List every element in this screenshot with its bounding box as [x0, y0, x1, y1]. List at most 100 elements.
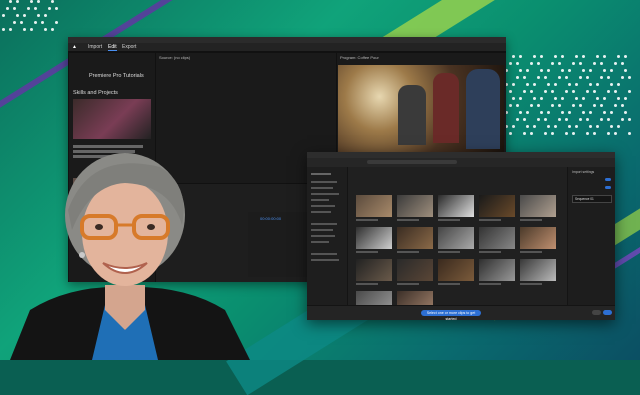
dot: [613, 132, 617, 135]
dot: [19, 21, 23, 24]
dot: [557, 76, 561, 79]
media-thumbnail[interactable]: [397, 227, 433, 249]
dot: [578, 104, 582, 107]
dot: [547, 125, 550, 128]
tab-export[interactable]: Export: [122, 44, 136, 50]
tab-edit[interactable]: Edit: [108, 44, 117, 51]
dot: [526, 125, 529, 128]
dot: [536, 118, 540, 121]
dot: [540, 69, 543, 72]
dot: [526, 69, 529, 72]
dot: [536, 104, 540, 107]
dot: [606, 132, 610, 135]
tutorial-thumbnail-1[interactable]: [73, 99, 151, 139]
dot: [624, 111, 627, 114]
dot: [543, 118, 547, 121]
dialog-search-bar[interactable]: [367, 160, 457, 164]
dot: [564, 90, 568, 93]
media-thumbnail[interactable]: [356, 195, 392, 217]
dot: [617, 125, 620, 128]
dot: [512, 55, 515, 58]
sequence-name-input[interactable]: Sequence 01: [572, 195, 612, 203]
media-thumbnail-caption-bar: [397, 283, 419, 285]
media-thumbnail[interactable]: [438, 195, 474, 217]
dot: [508, 62, 512, 65]
dot: [610, 111, 613, 114]
dot: [606, 118, 610, 121]
dot: [585, 76, 589, 79]
dot: [568, 83, 571, 86]
dot-pattern-top-left: [2, 0, 62, 40]
dot: [550, 104, 554, 107]
dot: [550, 132, 554, 135]
dot: [33, 7, 37, 10]
dot: [51, 28, 54, 31]
dot: [554, 97, 557, 100]
dot: [519, 111, 522, 114]
dot: [533, 97, 536, 100]
media-thumbnail[interactable]: [397, 195, 433, 217]
media-thumbnail[interactable]: [438, 259, 474, 281]
dot: [599, 104, 603, 107]
import-settings-panel: Import settings Sequence 01: [567, 167, 615, 306]
dot: [624, 69, 627, 72]
dot: [564, 76, 568, 79]
dot: [617, 83, 620, 86]
dot: [582, 69, 585, 72]
dialog-sidebar: [307, 167, 348, 306]
media-thumbnail[interactable]: [520, 259, 556, 281]
dot: [568, 69, 571, 72]
dot: [599, 62, 603, 65]
media-thumbnail[interactable]: [520, 227, 556, 249]
section-heading: Skills and Projects: [73, 90, 118, 96]
presenter: [0, 145, 270, 360]
toggle-switch[interactable]: [605, 186, 611, 189]
dialog-footer: Select one or more clips to get started: [307, 305, 615, 320]
dot: [610, 125, 613, 128]
media-thumbnail[interactable]: [356, 227, 392, 249]
media-thumbnail[interactable]: [479, 259, 515, 281]
dot: [540, 111, 543, 114]
import-button[interactable]: Select one or more clips to get started: [421, 310, 481, 320]
media-thumbnail[interactable]: [479, 195, 515, 217]
dot: [592, 62, 596, 65]
dot: [536, 76, 540, 79]
media-thumbnail[interactable]: [520, 195, 556, 217]
dot: [578, 62, 582, 65]
media-thumbnail[interactable]: [356, 259, 392, 281]
media-thumbnail-caption-bar: [356, 251, 378, 253]
dot: [515, 76, 519, 79]
dot: [512, 97, 515, 100]
dot: [554, 55, 557, 58]
dot: [613, 62, 617, 65]
dot: [44, 28, 47, 31]
media-thumbnail[interactable]: [479, 227, 515, 249]
dot: [613, 104, 617, 107]
media-thumbnail[interactable]: [438, 227, 474, 249]
dot: [557, 62, 561, 65]
dot: [533, 55, 536, 58]
confirm-button[interactable]: [603, 310, 612, 315]
sequence-name-value: Sequence 01: [575, 197, 594, 201]
dot: [557, 118, 561, 121]
dot: [582, 97, 585, 100]
dot: [620, 76, 624, 79]
dot: [54, 7, 58, 10]
dot: [589, 111, 592, 114]
media-thumbnail[interactable]: [397, 259, 433, 281]
dot: [620, 62, 624, 65]
dot: [533, 83, 536, 86]
dot: [564, 118, 568, 121]
dot: [561, 55, 564, 58]
toggle-switch[interactable]: [605, 178, 611, 181]
dot: [540, 97, 543, 100]
import-settings-title: Import settings: [572, 170, 595, 174]
cancel-button[interactable]: [592, 310, 601, 315]
dot: [533, 125, 536, 128]
dot: [617, 97, 620, 100]
dot: [571, 90, 575, 93]
dot: [512, 83, 515, 86]
media-grid: [348, 167, 567, 317]
tab-import[interactable]: Import: [88, 44, 102, 50]
dot: [508, 132, 512, 135]
